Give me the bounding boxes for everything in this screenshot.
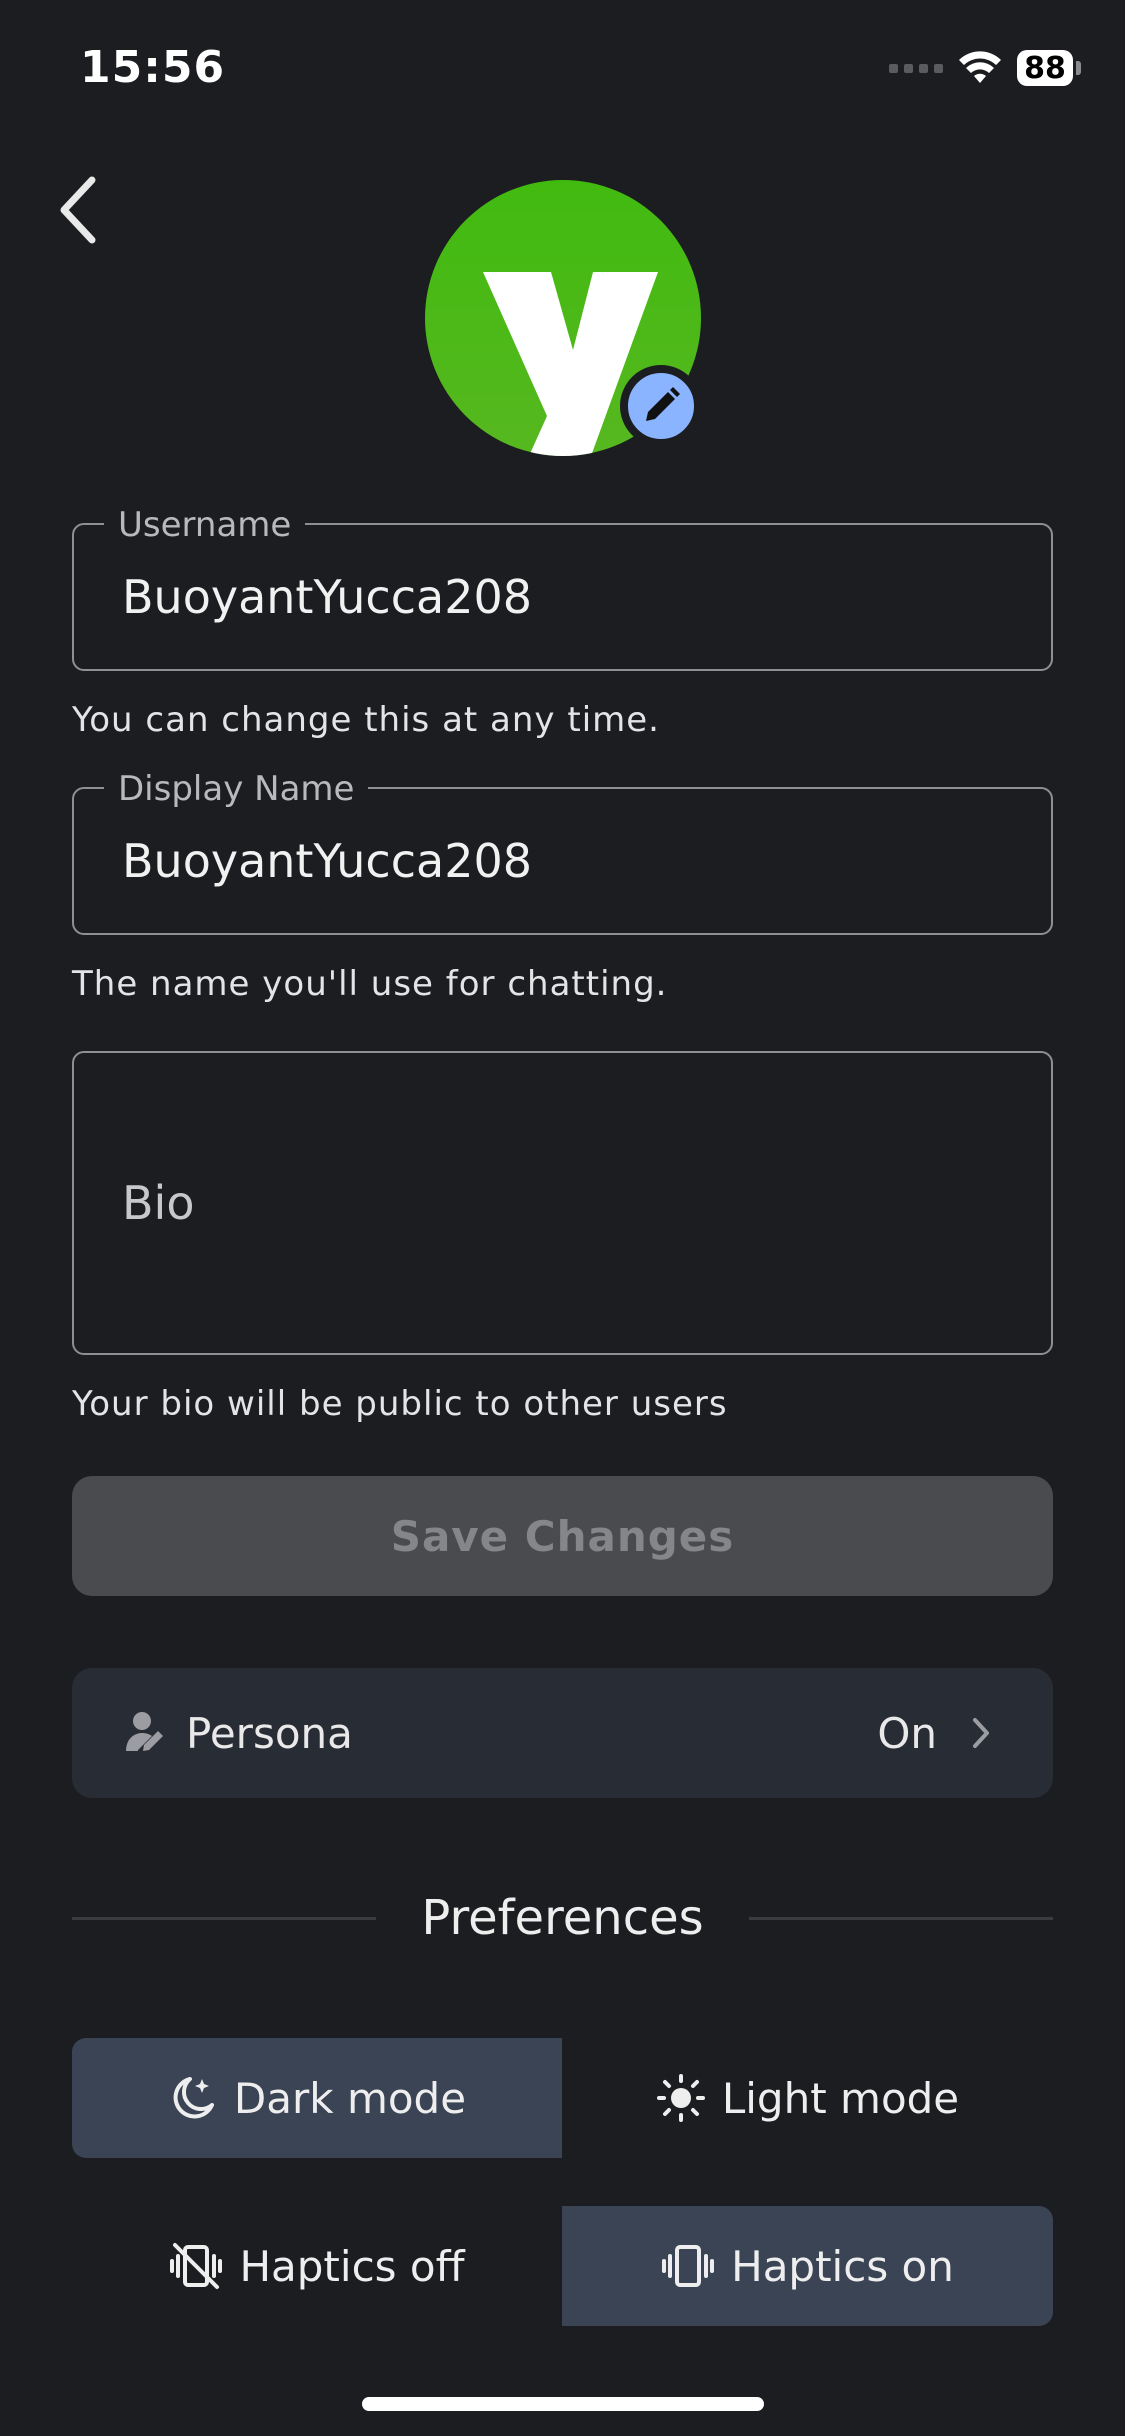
save-changes-button[interactable]: Save Changes	[72, 1476, 1053, 1596]
username-input[interactable]: BuoyantYucca208	[122, 525, 532, 669]
username-field[interactable]: Username BuoyantYucca208	[72, 505, 1053, 671]
home-indicator[interactable]	[362, 2397, 764, 2411]
display-name-field[interactable]: Display Name BuoyantYucca208	[72, 769, 1053, 935]
display-name-helper: The name you'll use for chatting.	[72, 964, 668, 1004]
display-name-input[interactable]: BuoyantYucca208	[122, 789, 532, 933]
haptics-on-button[interactable]: Haptics on	[562, 2206, 1053, 2326]
bio-input[interactable]: Bio	[122, 1053, 194, 1353]
dark-mode-button[interactable]: Dark mode	[72, 2038, 562, 2158]
light-mode-label: Light mode	[721, 2073, 960, 2123]
battery-icon: 88	[1017, 50, 1081, 86]
haptics-off-label: Haptics off	[239, 2241, 465, 2291]
bio-helper: Your bio will be public to other users	[72, 1384, 728, 1424]
vibrate-off-icon	[170, 2243, 223, 2289]
status-icons: 88	[889, 44, 1081, 92]
chevron-left-icon	[60, 176, 96, 244]
moon-stars-icon	[173, 2077, 214, 2119]
username-helper: You can change this at any time.	[72, 700, 660, 740]
light-mode-button[interactable]: Light mode	[562, 2038, 1053, 2158]
persona-row[interactable]: Persona On	[72, 1668, 1053, 1798]
bio-field[interactable]: Bio	[72, 1051, 1053, 1355]
haptics-off-button[interactable]: Haptics off	[72, 2206, 562, 2326]
pencil-icon	[646, 387, 680, 421]
cellular-signal-icon	[889, 63, 943, 73]
battery-level: 88	[1017, 50, 1073, 86]
chevron-right-icon	[973, 1718, 989, 1748]
back-button[interactable]	[50, 170, 110, 250]
wifi-icon	[959, 51, 1001, 83]
edit-avatar-button[interactable]	[620, 365, 702, 447]
haptics-on-label: Haptics on	[731, 2241, 954, 2291]
persona-label: Persona	[186, 1708, 353, 1758]
dark-mode-label: Dark mode	[233, 2073, 467, 2123]
vibrate-icon	[662, 2245, 715, 2287]
status-time: 15:56	[80, 42, 226, 93]
status-bar: 15:56 88	[0, 0, 1125, 140]
persona-value: On	[877, 1708, 937, 1758]
user-edit-icon	[126, 1712, 163, 1751]
sun-icon	[656, 2074, 705, 2122]
divider-right	[749, 1917, 1053, 1920]
